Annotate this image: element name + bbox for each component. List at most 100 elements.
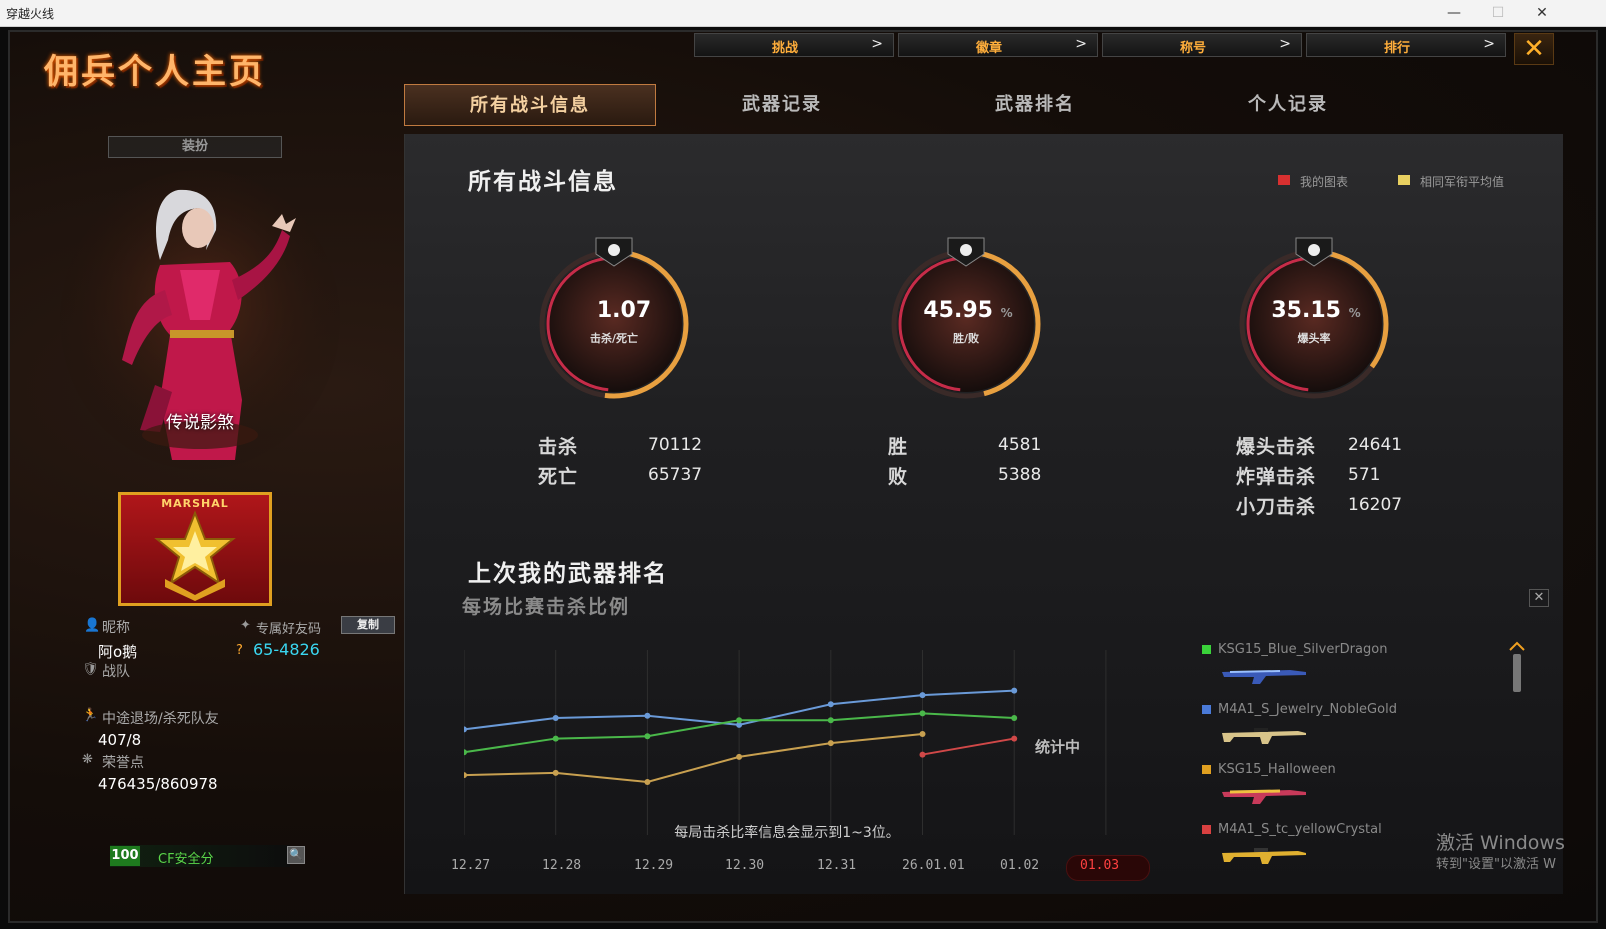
- nav-titles[interactable]: 称号 >: [1102, 33, 1302, 57]
- weapon-color-dot: [1202, 825, 1211, 834]
- minimize-button[interactable]: —: [1434, 3, 1474, 23]
- x-tick: 26.01.01: [902, 858, 965, 873]
- series-point: [736, 753, 743, 760]
- nav-label: 挑战: [771, 41, 798, 56]
- x-tick: 12.30: [725, 858, 765, 873]
- gauge-winrate-value: 45.95 %: [923, 298, 1013, 323]
- series-point: [919, 692, 926, 699]
- stat-wins-label: 胜: [888, 436, 909, 458]
- x-tick-active[interactable]: 01.03: [1080, 858, 1119, 873]
- activation-watermark-sub: 转到"设置"以激活 W: [1436, 857, 1556, 872]
- stat-bomb-kills-label: 炸弹击杀: [1236, 466, 1317, 488]
- handshake-icon: ✦: [240, 618, 251, 633]
- safety-label: CF安全分: [158, 852, 214, 867]
- stat-knife-kills-value: 16207: [1348, 495, 1403, 515]
- gauge-winrate-label: 胜/败: [952, 332, 980, 345]
- chart-note: 每局击杀比率信息会显示到1~3位。: [674, 825, 900, 841]
- series-point: [919, 751, 926, 758]
- x-tick: 01.02: [1000, 858, 1040, 873]
- weapon-name: KSG15_Halloween: [1218, 762, 1336, 777]
- tab-personal-records[interactable]: 个人记录: [1162, 84, 1414, 126]
- laurel-icon: ❋: [82, 752, 93, 767]
- nav-badges[interactable]: 徽章 >: [898, 33, 1098, 57]
- gauge-icon-glyph: [608, 244, 620, 256]
- nav-label: 称号: [1179, 41, 1206, 56]
- legend-swatch-mine: [1278, 175, 1290, 185]
- tab-weapon-ranking[interactable]: 武器排名: [909, 84, 1161, 126]
- page-title: 佣兵个人主页: [44, 52, 266, 92]
- search-icon[interactable]: 🔍: [287, 846, 305, 864]
- nav-challenge[interactable]: 挑战 >: [694, 33, 894, 57]
- dress-up-button[interactable]: 装扮: [108, 136, 282, 158]
- series-point: [552, 715, 559, 721]
- nav-label: 徽章: [975, 41, 1002, 56]
- series-point: [827, 701, 834, 708]
- legend-average: 相同军衔平均值: [1420, 175, 1505, 189]
- stat-losses-label: 败: [888, 466, 909, 488]
- legend-swatch-average: [1398, 175, 1410, 185]
- weapon-ranking-subtitle: 每场比赛击杀比例: [462, 596, 631, 618]
- chevron-right-icon: >: [871, 36, 883, 52]
- x-tick: 12.31: [817, 858, 857, 873]
- gauge-headshot-value: 35.15 %: [1271, 298, 1361, 323]
- series-point: [464, 726, 467, 733]
- gauge-icon-glyph: [960, 244, 972, 256]
- honor-label: 荣誉点: [102, 755, 144, 771]
- window-close-button[interactable]: ✕: [1522, 3, 1562, 23]
- series-point: [1011, 715, 1018, 721]
- series-point: [1011, 687, 1018, 694]
- running-icon: 🏃: [82, 708, 99, 723]
- chevron-right-icon: >: [1075, 36, 1087, 52]
- safety-score: 100: [110, 846, 140, 866]
- copy-button[interactable]: 复制: [341, 616, 395, 634]
- shotgun-icon: [1222, 670, 1306, 684]
- rifle-icon: [1222, 848, 1306, 864]
- friend-code-value: 65-4826: [253, 640, 320, 659]
- weapon-color-dot: [1202, 705, 1211, 714]
- nickname-label: 昵称: [102, 620, 130, 636]
- series-point: [552, 735, 559, 742]
- stat-headshot-kills-label: 爆头击杀: [1236, 436, 1317, 458]
- weapon-name: KSG15_Blue_SilverDragon: [1218, 642, 1388, 657]
- close-icon[interactable]: ✕: [1529, 589, 1549, 607]
- x-tick: 12.28: [542, 858, 582, 873]
- friend-code-label: 专属好友码: [256, 622, 322, 637]
- nav-label: 排行: [1383, 41, 1410, 56]
- stat-losses-value: 5388: [998, 465, 1042, 485]
- series-line: [922, 737, 1015, 756]
- series-point: [644, 712, 651, 719]
- weapon-color-dot: [1202, 765, 1211, 774]
- series-point: [919, 710, 926, 717]
- question-icon: ?: [236, 643, 243, 658]
- nav-ranking[interactable]: 排行 >: [1306, 33, 1506, 57]
- quit-kill-label: 中途退场/杀死队友: [102, 711, 219, 727]
- stat-kills-label: 击杀: [538, 436, 579, 458]
- shotgun-icon: [1222, 789, 1306, 804]
- scrollbar-thumb[interactable]: [1513, 654, 1521, 692]
- stat-kills-value: 70112: [648, 435, 703, 455]
- series-point: [552, 769, 559, 776]
- maximize-button[interactable]: ☐: [1478, 3, 1518, 23]
- stat-bomb-kills-value: 571: [1348, 465, 1381, 485]
- tab-all-battle-info[interactable]: 所有战斗信息: [404, 84, 656, 126]
- stat-knife-kills-label: 小刀击杀: [1236, 496, 1317, 518]
- legend-mine: 我的图表: [1300, 175, 1349, 189]
- shield-icon: 🛡: [82, 662, 99, 677]
- series-point: [1011, 735, 1018, 742]
- tab-weapon-records[interactable]: 武器记录: [656, 84, 908, 126]
- series-point: [827, 717, 834, 724]
- close-icon[interactable]: ✕: [1514, 33, 1554, 65]
- nickname-value: 阿o鹅: [98, 643, 138, 661]
- series-point: [464, 772, 467, 779]
- counting-label: 统计中: [1035, 738, 1081, 756]
- series-point: [644, 779, 651, 785]
- chevron-right-icon: >: [1279, 36, 1291, 52]
- kill-ratio-chart: [464, 650, 1107, 835]
- scroll-up-icon[interactable]: [1508, 640, 1526, 654]
- weapon-name: M4A1_S_tc_yellowCrystal: [1218, 822, 1382, 837]
- window-titlebar: 穿越火线 — ☐ ✕: [0, 0, 1606, 27]
- person-icon: 👤: [84, 618, 101, 633]
- quit-kill-value: 407/8: [98, 731, 142, 749]
- x-tick: 12.27: [451, 858, 491, 873]
- chevron-right-icon: >: [1483, 36, 1495, 52]
